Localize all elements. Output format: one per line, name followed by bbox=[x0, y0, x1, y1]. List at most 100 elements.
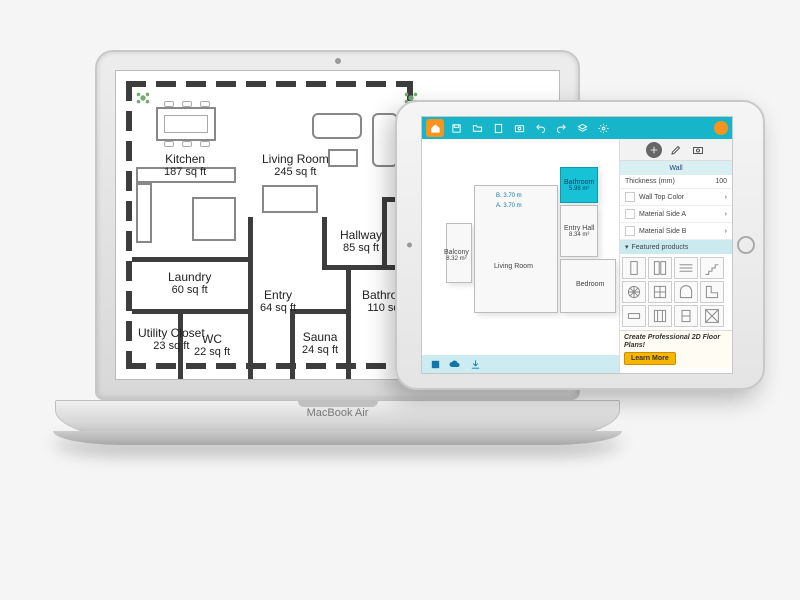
dimension-b: B. 3.70 m bbox=[496, 193, 522, 199]
wall-segment bbox=[132, 257, 252, 262]
chevron-right-icon: › bbox=[725, 228, 727, 235]
app-body: Balcony8.32 m² Living Room Bathroom5.98 … bbox=[422, 139, 732, 373]
room-name: Utility Closet bbox=[138, 326, 205, 340]
palette-window-grid[interactable] bbox=[648, 305, 672, 327]
palette-wall[interactable] bbox=[674, 257, 698, 279]
app-toolbar bbox=[422, 117, 732, 139]
panel-toolbar bbox=[620, 139, 732, 161]
tablet-mockup: Balcony8.32 m² Living Room Bathroom5.98 … bbox=[395, 100, 765, 390]
counter bbox=[136, 167, 236, 183]
room-name: WC bbox=[202, 332, 222, 346]
edit-button[interactable] bbox=[668, 142, 684, 158]
palette-stairs-spiral[interactable] bbox=[622, 281, 646, 303]
room-label-utility: Utility Closet23 sq ft bbox=[138, 327, 205, 352]
prop-material-b[interactable]: Material Side B › bbox=[620, 223, 732, 240]
redo-button[interactable] bbox=[552, 119, 570, 137]
color-swatch[interactable] bbox=[625, 192, 635, 202]
prop-thickness[interactable]: Thickness (mm) 100 bbox=[620, 175, 732, 189]
footer-cloud-icon[interactable] bbox=[448, 357, 462, 371]
sofa bbox=[312, 113, 362, 139]
panel-tab-wall[interactable]: Wall bbox=[620, 161, 732, 175]
footer-save-icon[interactable] bbox=[428, 357, 442, 371]
laptop-base: MacBook Air bbox=[55, 400, 620, 440]
learn-more-button[interactable]: Learn More bbox=[624, 352, 676, 365]
palette-door-open[interactable] bbox=[674, 305, 698, 327]
save-button[interactable] bbox=[447, 119, 465, 137]
palette-window-arc[interactable] bbox=[674, 281, 698, 303]
wall-segment bbox=[126, 81, 132, 369]
prop-value: 100 bbox=[715, 178, 727, 185]
palette-floor[interactable] bbox=[700, 305, 724, 327]
laptop-brand: MacBook Air bbox=[307, 407, 369, 419]
color-swatch[interactable] bbox=[625, 226, 635, 236]
prop-wall-top-color[interactable]: Wall Top Color › bbox=[620, 189, 732, 206]
screenshot-button[interactable] bbox=[510, 119, 528, 137]
room-label: Living Room bbox=[494, 263, 533, 270]
wall-segment bbox=[178, 313, 183, 380]
counter bbox=[136, 183, 152, 243]
color-swatch[interactable] bbox=[625, 209, 635, 219]
add-button[interactable] bbox=[646, 142, 662, 158]
room-area: 23 sq ft bbox=[138, 340, 205, 352]
room-area: 85 sq ft bbox=[340, 242, 382, 254]
tablet-home-button[interactable] bbox=[737, 236, 755, 254]
tv-unit bbox=[262, 185, 318, 213]
promo-title: Create Professional 2D Floor Plans! bbox=[624, 334, 728, 349]
plant-icon bbox=[134, 89, 152, 107]
prop-label: Material Side B bbox=[639, 228, 725, 235]
canvas-area[interactable]: Balcony8.32 m² Living Room Bathroom5.98 … bbox=[422, 139, 620, 373]
section-title: Featured products bbox=[632, 244, 689, 251]
room-area: 187 sq ft bbox=[164, 166, 206, 178]
room-label-kitchen: Kitchen187 sq ft bbox=[164, 153, 206, 178]
wall-segment bbox=[322, 217, 327, 267]
room-label-living: Living Room245 sq ft bbox=[262, 153, 329, 178]
room-label-wc: WC22 sq ft bbox=[194, 333, 230, 358]
room-area: 60 sq ft bbox=[168, 284, 211, 296]
palette-door-double[interactable] bbox=[648, 257, 672, 279]
room-area: 245 sq ft bbox=[262, 166, 329, 178]
home-button[interactable] bbox=[426, 119, 444, 137]
dining-table bbox=[156, 107, 216, 141]
palette-window-slit[interactable] bbox=[622, 305, 646, 327]
room-name: Living Room bbox=[262, 152, 329, 166]
chevron-right-icon: › bbox=[725, 211, 727, 218]
wall-segment bbox=[126, 81, 413, 87]
settings-button[interactable] bbox=[594, 119, 612, 137]
palette-door[interactable] bbox=[622, 257, 646, 279]
layers-button[interactable] bbox=[573, 119, 591, 137]
room-name: Laundry bbox=[168, 270, 211, 284]
new-button[interactable] bbox=[489, 119, 507, 137]
wall-segment bbox=[382, 197, 387, 265]
canvas-plan[interactable]: Balcony8.32 m² Living Room Bathroom5.98 … bbox=[446, 163, 613, 347]
room-name: Hallway bbox=[340, 228, 382, 242]
footer-download-icon[interactable] bbox=[468, 357, 482, 371]
room-label-sauna: Sauna24 sq ft bbox=[302, 331, 338, 356]
tablet-display: Balcony8.32 m² Living Room Bathroom5.98 … bbox=[421, 116, 733, 374]
tablet-camera bbox=[407, 243, 412, 248]
undo-button[interactable] bbox=[531, 119, 549, 137]
island bbox=[192, 197, 236, 241]
open-button[interactable] bbox=[468, 119, 486, 137]
wall-segment bbox=[346, 269, 351, 380]
room-label: Bathroom5.98 m² bbox=[564, 179, 594, 192]
chevron-down-icon: ▾ bbox=[625, 243, 629, 251]
wall-segment bbox=[248, 217, 253, 380]
camera-button[interactable] bbox=[690, 142, 706, 158]
section-featured[interactable]: ▾ Featured products bbox=[620, 240, 732, 254]
prop-material-a[interactable]: Material Side A › bbox=[620, 206, 732, 223]
room-label: Balcony8.32 m² bbox=[444, 249, 469, 262]
palette-window[interactable] bbox=[648, 281, 672, 303]
laptop-foot bbox=[53, 431, 622, 445]
palette-stairs-l[interactable] bbox=[700, 281, 724, 303]
room-label: Bedroom bbox=[576, 281, 604, 288]
prop-label: Material Side A bbox=[639, 211, 725, 218]
prop-label: Thickness (mm) bbox=[625, 178, 675, 185]
palette-stairs-straight[interactable] bbox=[700, 257, 724, 279]
room-label: Entry Hall8.34 m² bbox=[564, 225, 594, 238]
room-label-laundry: Laundry60 sq ft bbox=[168, 271, 211, 296]
room-area: 64 sq ft bbox=[260, 302, 296, 314]
room-name: Entry bbox=[264, 288, 292, 302]
room-name: Sauna bbox=[303, 330, 338, 344]
coffee-table bbox=[328, 149, 358, 167]
room-area: 24 sq ft bbox=[302, 344, 338, 356]
